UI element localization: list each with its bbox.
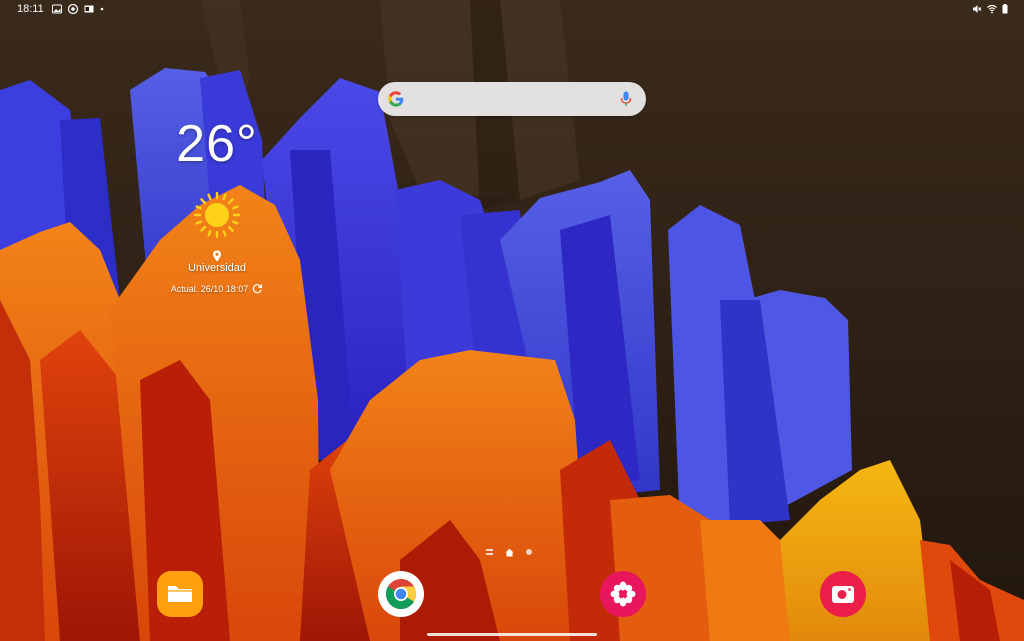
gallery-app-icon[interactable] [600, 571, 646, 617]
home-icon[interactable] [505, 548, 514, 557]
camera-app-icon[interactable] [820, 571, 866, 617]
microphone-icon[interactable] [620, 91, 632, 107]
more-notifications-dot-icon [100, 7, 104, 11]
chrome-notification-icon [68, 4, 78, 14]
sunny-icon [193, 191, 241, 239]
notification-icons [52, 4, 104, 14]
gesture-nav-handle[interactable] [427, 633, 597, 636]
weather-widget[interactable]: 26° Universidad Actual. 26/10 18:07 [150, 108, 284, 308]
mute-icon [973, 5, 982, 13]
flower-icon [610, 581, 636, 607]
location-pin-icon [213, 250, 221, 262]
folder-icon [168, 586, 192, 602]
wifi-icon [987, 4, 997, 14]
google-search-bar[interactable] [378, 82, 646, 116]
system-icons [972, 4, 1008, 14]
chrome-logo-icon [386, 579, 417, 610]
camera-lens-icon [832, 586, 854, 603]
menu-lines-icon[interactable] [486, 549, 493, 555]
weather-location: Universidad [187, 262, 247, 274]
weather-updated-row: Actual. 26/10 18:07 [150, 283, 284, 294]
chrome-app-icon[interactable] [378, 571, 424, 617]
weather-updated-time: Actual. 26/10 18:07 [170, 283, 249, 294]
page-indicator[interactable] [486, 546, 538, 558]
outlook-notification-icon [84, 5, 94, 13]
status-time: 18:11 [17, 3, 44, 15]
battery-icon [1002, 4, 1008, 14]
files-app-icon[interactable] [157, 571, 203, 617]
page-dot-icon[interactable] [526, 549, 532, 555]
google-g-icon[interactable] [388, 91, 404, 107]
status-bar[interactable]: 18:11 [0, 0, 1024, 20]
refresh-icon[interactable] [252, 283, 263, 294]
weather-temperature: 26° [176, 115, 258, 173]
gallery-notification-icon [52, 4, 62, 14]
